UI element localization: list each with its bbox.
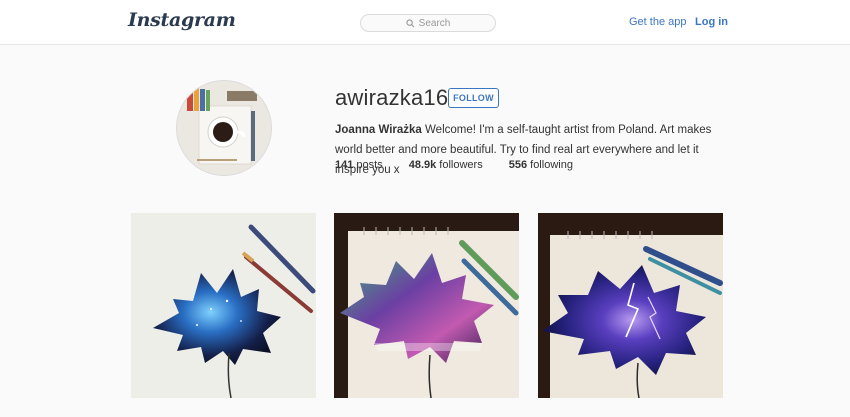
instagram-logo[interactable]: Instagram <box>128 9 236 31</box>
log-in-link[interactable]: Log in <box>695 16 728 28</box>
profile-bio: Joanna Wirażka Welcome! I'm a self-taugh… <box>335 120 715 180</box>
get-the-app-link[interactable]: Get the app <box>629 16 687 28</box>
coffee-desk-image <box>177 81 271 175</box>
profile-full-name: Joanna Wirażka <box>335 124 422 136</box>
post-thumbnail-1[interactable] <box>131 213 316 398</box>
posts-count: 141 posts <box>335 159 383 171</box>
maple-leaf-lightning-painting-icon <box>538 213 723 398</box>
maple-leaf-aurora-painting-icon <box>334 213 519 398</box>
post-thumbnail-2[interactable] <box>334 213 519 398</box>
profile-stats: 141 posts 48.9k followers 556 following <box>335 159 599 171</box>
post-thumbnail-3[interactable] <box>538 213 723 398</box>
search-placeholder: Search <box>418 17 451 29</box>
following-count[interactable]: 556 following <box>509 159 573 171</box>
followers-count[interactable]: 48.9k followers <box>409 159 483 171</box>
follow-button[interactable]: FOLLOW <box>448 88 499 108</box>
search-icon <box>406 18 415 27</box>
search-input[interactable]: Search <box>360 14 496 32</box>
profile-username: awirazka16 <box>335 85 449 110</box>
maple-leaf-galaxy-painting-icon <box>131 213 316 398</box>
profile-avatar[interactable] <box>176 80 272 176</box>
top-navigation-bar: Instagram Search Get the app Log in <box>0 0 850 45</box>
